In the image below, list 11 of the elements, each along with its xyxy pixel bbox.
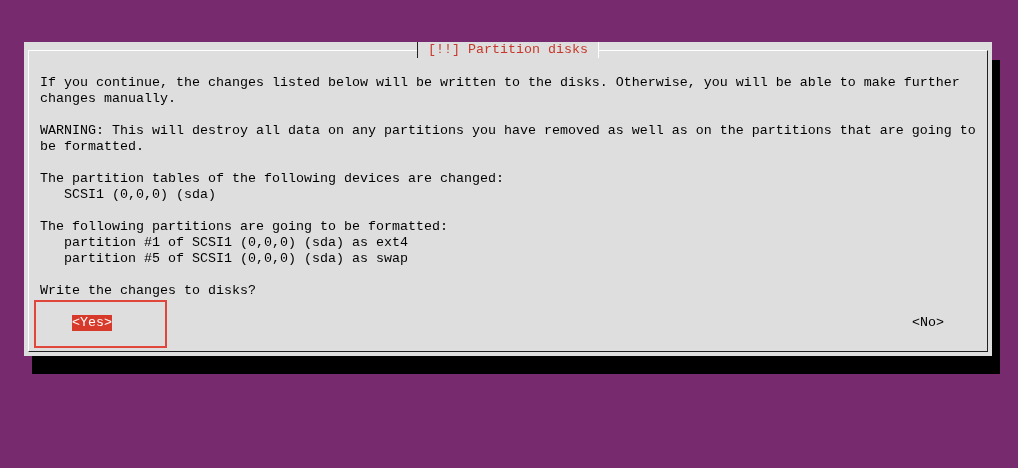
- message-text: The following partitions are going to be formatted:: [40, 219, 449, 235]
- yes-button[interactable]: <Yes>: [72, 315, 112, 331]
- list-item: SCSI1 (0,0,0) (sda): [63, 187, 217, 203]
- message-text: If you continue, the changes listed below will be written to the disks. Otherwise, you will be able to make further changes manually.: [40, 75, 961, 107]
- dialog-title: [!!] Partition disks: [417, 42, 599, 58]
- list-item: partition #5 of SCSI1 (0,0,0) (sda) as swap: [63, 251, 409, 267]
- message-text: The partition tables of the following devices are changed:: [40, 171, 505, 187]
- no-button[interactable]: <No>: [912, 315, 944, 331]
- list-item: partition #1 of SCSI1 (0,0,0) (sda) as ext4: [63, 235, 409, 251]
- message-text: WARNING: This will destroy all data on any partitions you have removed as well as on the partitions that are going to be formatted.: [40, 123, 977, 155]
- question-text: Write the changes to disks?: [40, 283, 257, 299]
